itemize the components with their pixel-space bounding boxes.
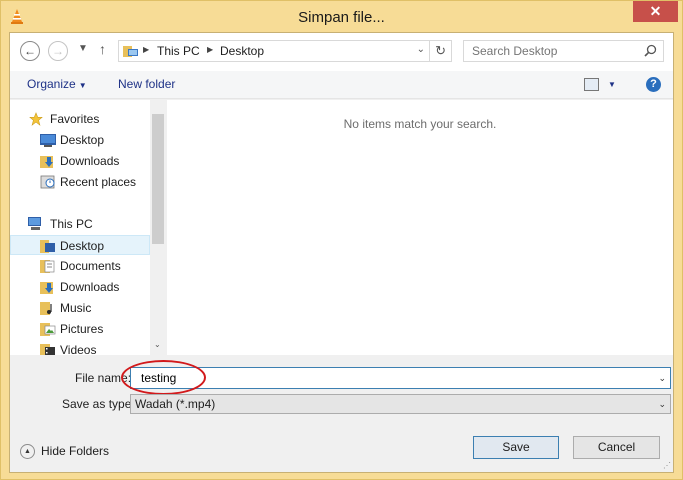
downloads-icon (40, 282, 53, 294)
sidebar-group-label: Favorites (50, 112, 100, 126)
sidebar-item-pictures[interactable]: Pictures (10, 319, 150, 339)
recent-locations-button[interactable]: ▼ (78, 43, 88, 54)
save-as-type-dropdown-icon[interactable]: ⌄ (658, 399, 666, 410)
sidebar-item-this-pc-desktop[interactable]: Desktop (10, 235, 150, 255)
recent-places-icon (40, 175, 55, 189)
close-button[interactable]: ✕ (633, 1, 678, 22)
music-icon (40, 302, 52, 315)
organize-label: Organize (27, 77, 76, 91)
save-as-type-label: Save as type: (62, 397, 135, 411)
search-box[interactable] (463, 40, 664, 62)
star-icon (29, 112, 43, 126)
sidebar-item-label: Documents (60, 259, 121, 273)
pictures-icon (40, 323, 56, 336)
sidebar-group-this-pc[interactable]: This PC (10, 214, 150, 234)
refresh-button[interactable]: ↻ (435, 43, 446, 59)
breadcrumb-separator-icon: ▶ (143, 45, 150, 54)
documents-icon (40, 260, 55, 273)
sidebar-item-favorites-desktop[interactable]: Desktop (10, 130, 150, 150)
sidebar-item-favorites-downloads[interactable]: Downloads (10, 151, 150, 171)
save-as-type-select[interactable]: Wadah (*.mp4) ⌄ (130, 394, 671, 414)
sidebar-group-favorites[interactable]: Favorites (10, 109, 150, 129)
forward-button[interactable]: → (48, 41, 68, 61)
dialog-client-area: ← → ▼ ↑ ▶ This PC ▶ Desktop ⌄ ↻ Search D… (9, 32, 674, 473)
new-folder-button[interactable]: New folder (118, 77, 175, 91)
save-button[interactable]: Save (473, 436, 559, 459)
back-button[interactable]: ← (20, 41, 40, 61)
breadcrumb-desktop[interactable]: Desktop (220, 44, 264, 58)
sidebar-item-documents[interactable]: Documents (10, 256, 150, 276)
hide-folders-label: Hide Folders (41, 444, 110, 458)
resize-grip-icon[interactable]: ⋰ (663, 461, 671, 470)
empty-results-message: No items match your search. (343, 117, 497, 131)
cancel-button[interactable]: Cancel (573, 436, 660, 459)
sidebar-item-label: Videos (60, 343, 97, 355)
downloads-icon (40, 156, 53, 168)
address-row: ← → ▼ ↑ ▶ This PC ▶ Desktop ⌄ ↻ (10, 33, 673, 71)
sidebar-item-label: Pictures (60, 322, 104, 336)
address-dropdown-icon[interactable]: ⌄ (417, 44, 425, 55)
highlight-ellipse (121, 360, 206, 395)
command-toolbar: Organize ▼ New folder ▼ ? (10, 71, 673, 99)
videos-icon (40, 344, 55, 355)
search-icon[interactable] (644, 44, 657, 57)
navigation-scrollbar[interactable]: ⌄ (150, 100, 166, 355)
organize-menu[interactable]: Organize ▼ (27, 77, 87, 91)
help-icon[interactable]: ? (646, 77, 661, 92)
file-name-combobox[interactable]: ⌄ (130, 367, 671, 389)
sidebar-group-label: This PC (50, 217, 93, 231)
chevron-down-icon: ▼ (78, 81, 87, 90)
sidebar-item-music[interactable]: Music (10, 298, 150, 318)
breadcrumb-this-pc[interactable]: This PC (157, 44, 200, 58)
breadcrumb-separator-icon: ▶ (207, 45, 214, 54)
this-pc-folder-icon (123, 46, 138, 57)
sidebar-item-label: Downloads (60, 154, 120, 168)
save-dialog-window: Simpan file... ✕ ← → ▼ ↑ ▶ This PC ▶ Des… (0, 0, 683, 480)
file-name-dropdown-icon[interactable]: ⌄ (658, 373, 666, 384)
sidebar-item-label: Recent places (60, 175, 137, 189)
change-view-icon[interactable] (584, 78, 599, 91)
sidebar-item-label: Downloads (60, 280, 120, 294)
desktop-folder-icon (40, 240, 55, 253)
file-name-input[interactable] (131, 368, 641, 388)
sidebar-item-this-pc-downloads[interactable]: Downloads (10, 277, 150, 297)
chevron-up-icon: ▲ (20, 444, 35, 459)
scroll-down-icon[interactable]: ⌄ (154, 340, 161, 349)
desktop-icon (40, 134, 56, 147)
sidebar-item-label: Desktop (60, 239, 105, 253)
address-bar[interactable]: ▶ This PC ▶ Desktop ⌄ ↻ (118, 40, 452, 62)
divider (429, 41, 430, 61)
title-bar[interactable]: Simpan file... ✕ (1, 1, 682, 33)
sidebar-item-label: Desktop (60, 133, 105, 147)
sidebar-item-recent-places[interactable]: Recent places (10, 172, 150, 192)
window-title: Simpan file... (298, 9, 385, 26)
view-options-dropdown[interactable]: ▼ (608, 80, 616, 89)
sidebar-item-videos[interactable]: Videos (10, 340, 150, 355)
scrollbar-thumb[interactable] (152, 114, 164, 244)
search-input[interactable] (464, 41, 634, 61)
up-button[interactable]: ↑ (99, 41, 106, 57)
save-as-type-value: Wadah (*.mp4) (135, 397, 216, 411)
file-list-pane[interactable]: No items match your search. (167, 100, 673, 355)
sidebar-item-label: Music (60, 301, 92, 315)
computer-icon (28, 217, 41, 230)
navigation-pane: Favorites Desktop Downloads Recent place… (10, 100, 166, 355)
